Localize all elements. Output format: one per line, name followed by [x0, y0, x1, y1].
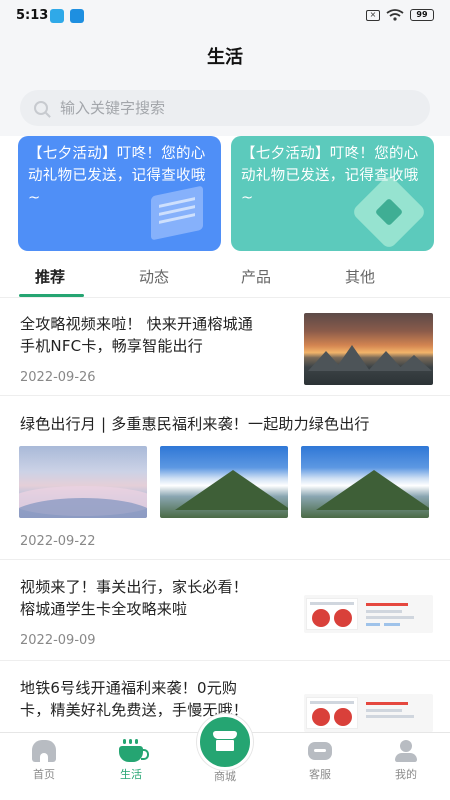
article-thumbnail-image [304, 694, 433, 732]
article-title: 地铁6号线开通福利来袭！0元购 卡，精美好礼免费送，手慢无哦！ [20, 677, 248, 721]
article-thumbnail-image [304, 313, 433, 385]
nav-label: 客服 [309, 768, 331, 781]
article-title-line: 手机NFC卡，畅享智能出行 [20, 337, 203, 355]
status-time: 5:13 [16, 8, 49, 23]
home-icon [32, 740, 56, 762]
article-title-line: 榕城通学生卡全攻略来啦 [20, 600, 188, 618]
tab-products[interactable]: 产品 [241, 266, 271, 287]
article-title-line: 地铁6号线开通福利来袭！0元购 [20, 679, 238, 697]
category-tabs: 推荐 动态 产品 其他 [0, 252, 450, 298]
tab-recommended[interactable]: 推荐 [35, 266, 65, 287]
chat-bubble-icon [308, 742, 332, 760]
article-item[interactable]: 绿色出行月 | 多重惠民福利来袭！一起助力绿色出行 2022-09-22 [0, 397, 450, 560]
article-title-line: 全攻略视频来啦！ 快来开通榕城通 [20, 315, 253, 333]
article-title: 视频来了！事关出行，家长必看！ 榕城通学生卡全攻略来啦 [20, 576, 248, 620]
banner-card-qixi-2[interactable]: 【七夕活动】叮咚！您的心动礼物已发送，记得查收哦~ [231, 136, 434, 251]
article-item[interactable]: 视频来了！事关出行，家长必看！ 榕城通学生卡全攻略来啦 2022-09-09 [0, 561, 450, 661]
article-image-mountain [301, 446, 429, 518]
user-icon [394, 740, 418, 762]
shop-button[interactable] [197, 714, 253, 770]
notification-app-icon [50, 9, 64, 23]
notification-message-icon [70, 9, 84, 23]
nav-me[interactable]: 我的 [376, 733, 436, 793]
page-header: 生活 [0, 34, 450, 78]
article-title: 绿色出行月 | 多重惠民福利来袭！一起助力绿色出行 [20, 413, 370, 435]
nav-label: 生活 [120, 768, 142, 781]
banner-text: 【七夕活动】叮咚！您的心动礼物已发送，记得查收哦~ [28, 146, 206, 206]
banner-row: 【七夕活动】叮咚！您的心动礼物已发送，记得查收哦~ 【七夕活动】叮咚！您的心动礼… [18, 136, 434, 252]
article-image-dunes [19, 446, 147, 518]
nav-label-shop: 商城 [214, 770, 236, 783]
article-title-line: 视频来了！事关出行，家长必看！ [20, 578, 249, 596]
storefront-icon [213, 731, 237, 751]
no-sim-icon: × [366, 9, 380, 21]
search-icon [34, 101, 48, 115]
coffee-cup-icon [119, 739, 149, 762]
article-title: 全攻略视频来啦！ 快来开通榕城通 手机NFC卡，畅享智能出行 [20, 313, 253, 357]
article-title-line: 绿色出行月 | 多重惠民福利来袭！一起助力绿色出行 [20, 415, 370, 433]
banner-card-qixi-1[interactable]: 【七夕活动】叮咚！您的心动礼物已发送，记得查收哦~ [18, 136, 221, 251]
nav-label: 我的 [395, 768, 417, 781]
article-item[interactable]: 全攻略视频来啦！ 快来开通榕城通 手机NFC卡，畅享智能出行 2022-09-2… [0, 298, 450, 396]
search-section [0, 78, 450, 136]
nav-label: 首页 [33, 768, 55, 781]
article-date: 2022-09-26 [20, 370, 96, 385]
article-image-mountain [160, 446, 288, 518]
search-bar[interactable] [20, 90, 430, 126]
page-title: 生活 [207, 47, 243, 68]
article-date: 2022-09-09 [20, 633, 96, 648]
wifi-icon [386, 9, 404, 21]
nav-home[interactable]: 首页 [14, 733, 74, 793]
nav-life[interactable]: 生活 [101, 733, 161, 793]
banner-text: 【七夕活动】叮咚！您的心动礼物已发送，记得查收哦~ [241, 146, 419, 206]
tab-news[interactable]: 动态 [139, 266, 169, 287]
article-thumbnail-image [304, 595, 433, 633]
search-input[interactable] [60, 99, 390, 117]
nav-service[interactable]: 客服 [290, 733, 350, 793]
article-date: 2022-09-22 [20, 534, 96, 549]
status-bar: 5:13 × 99 [0, 0, 450, 34]
battery-icon: 99 [410, 9, 434, 21]
tab-other[interactable]: 其他 [345, 266, 375, 287]
